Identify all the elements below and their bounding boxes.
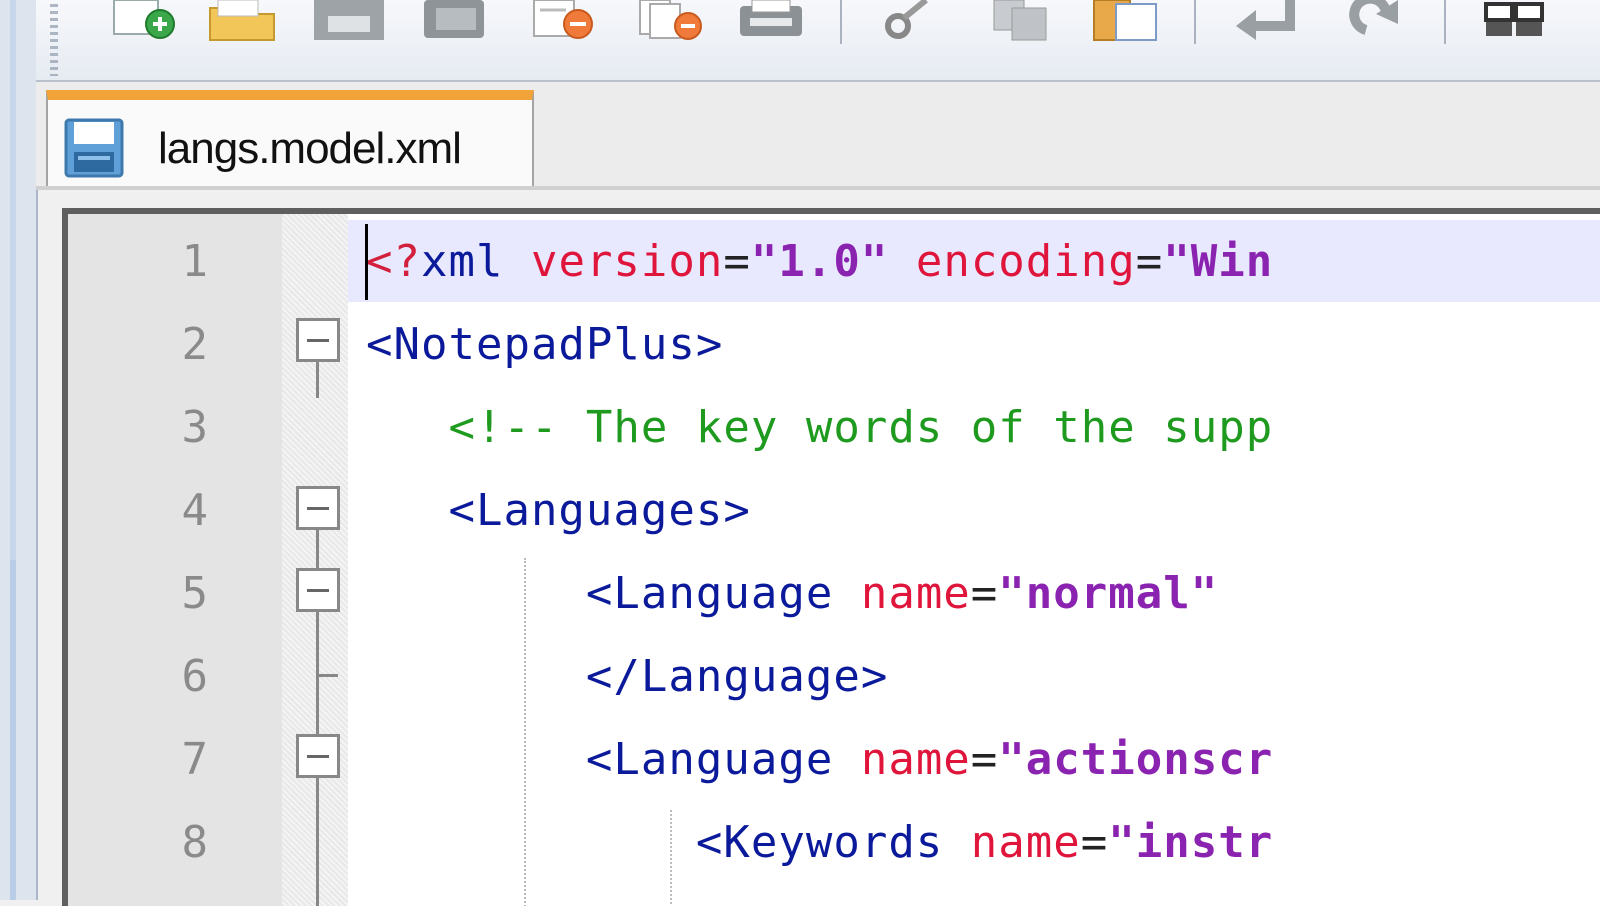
code-token: "instr bbox=[1108, 817, 1274, 868]
tab-langs-model-xml[interactable]: langs.model.xml bbox=[46, 90, 534, 188]
code-token: = bbox=[1080, 817, 1109, 868]
line-text: <Language name="actionscr bbox=[366, 718, 1273, 801]
redo-icon[interactable] bbox=[1336, 0, 1406, 42]
text-caret bbox=[365, 224, 368, 300]
code-token: <Language bbox=[366, 568, 834, 619]
line-text: <!-- The key words of the supp bbox=[366, 386, 1273, 469]
code-line[interactable]: 4 <Languages> bbox=[68, 469, 1600, 552]
code-token: version bbox=[503, 236, 724, 287]
code-line[interactable]: 7 <Language name="actionscr bbox=[68, 718, 1600, 801]
line-text: <?xml version="1.0" encoding="Win bbox=[366, 220, 1273, 303]
line-text: <Language name="normal" bbox=[366, 552, 1218, 635]
toolbar-separator bbox=[1194, 0, 1196, 44]
code-token: <Languages> bbox=[366, 485, 751, 536]
line-text: <Languages> bbox=[366, 469, 751, 552]
code-line[interactable]: 8 <Keywords name="instr bbox=[68, 801, 1600, 884]
document-tab-bar: langs.model.xml bbox=[36, 82, 1600, 190]
code-token: = bbox=[1135, 236, 1164, 287]
line-number: 8 bbox=[181, 817, 209, 868]
undo-icon[interactable] bbox=[1232, 0, 1302, 42]
save-all-icon[interactable] bbox=[422, 0, 492, 42]
line-number: 4 bbox=[181, 485, 209, 536]
new-file-icon[interactable] bbox=[110, 0, 180, 42]
line-text: <NotepadPlus> bbox=[366, 303, 723, 386]
line-number: 5 bbox=[181, 568, 209, 619]
code-token: xml bbox=[420, 236, 504, 287]
close-icon[interactable] bbox=[530, 0, 600, 42]
paste-icon[interactable] bbox=[1092, 0, 1162, 42]
line-number: 7 bbox=[181, 734, 209, 785]
code-token: = bbox=[970, 568, 999, 619]
code-token: <!-- The key words of the supp bbox=[366, 402, 1274, 453]
code-token: "normal" bbox=[998, 568, 1219, 619]
code-token: <Language bbox=[366, 734, 834, 785]
line-number: 6 bbox=[181, 651, 209, 702]
view-icon[interactable] bbox=[1482, 0, 1552, 42]
line-number: 2 bbox=[181, 319, 209, 370]
toolbar-grip[interactable] bbox=[50, 4, 58, 76]
code-line[interactable]: 5 <Language name="normal" bbox=[68, 552, 1600, 635]
code-line[interactable]: 3 <!-- The key words of the supp bbox=[68, 386, 1600, 469]
code-token: "1.0" bbox=[750, 236, 889, 287]
code-token: encoding bbox=[888, 236, 1136, 287]
code-token: name bbox=[833, 568, 971, 619]
toolbar-separator bbox=[840, 0, 842, 44]
code-token: <? bbox=[366, 236, 421, 287]
open-folder-icon[interactable] bbox=[208, 0, 278, 42]
window-left-edge bbox=[0, 0, 38, 900]
code-token: <Keywords bbox=[366, 817, 944, 868]
line-number: 3 bbox=[181, 402, 209, 453]
floppy-save-icon bbox=[64, 118, 124, 178]
code-token: "Win bbox=[1163, 236, 1274, 287]
code-token: name bbox=[833, 734, 971, 785]
tab-label: langs.model.xml bbox=[158, 124, 462, 173]
save-icon[interactable] bbox=[314, 0, 384, 42]
cut-icon[interactable] bbox=[876, 0, 946, 42]
code-token: = bbox=[970, 734, 999, 785]
code-line[interactable]: 2 <NotepadPlus> bbox=[68, 303, 1600, 386]
code-line[interactable]: 1 <?xml version="1.0" encoding="Win bbox=[68, 220, 1600, 303]
code-token: </Language> bbox=[366, 651, 889, 702]
code-line[interactable]: 6 </Language> bbox=[68, 635, 1600, 718]
close-all-icon[interactable] bbox=[636, 0, 706, 42]
code-token: "actionscr bbox=[998, 734, 1274, 785]
toolbar-separator bbox=[1444, 0, 1446, 44]
line-text: <Keywords name="instr bbox=[366, 801, 1273, 884]
tab-bar-divider bbox=[36, 186, 1600, 190]
print-icon[interactable] bbox=[736, 0, 806, 42]
code-token: = bbox=[723, 236, 751, 287]
line-text: </Language> bbox=[366, 635, 888, 718]
edge-accent-lower bbox=[10, 560, 16, 900]
line-number: 1 bbox=[181, 236, 209, 287]
code-token: <NotepadPlus> bbox=[366, 319, 724, 370]
code-token: name bbox=[943, 817, 1081, 868]
code-editor[interactable]: 1 <?xml version="1.0" encoding="Win 2 <Note… bbox=[62, 208, 1600, 906]
main-toolbar bbox=[36, 0, 1600, 82]
copy-icon[interactable] bbox=[986, 0, 1056, 42]
